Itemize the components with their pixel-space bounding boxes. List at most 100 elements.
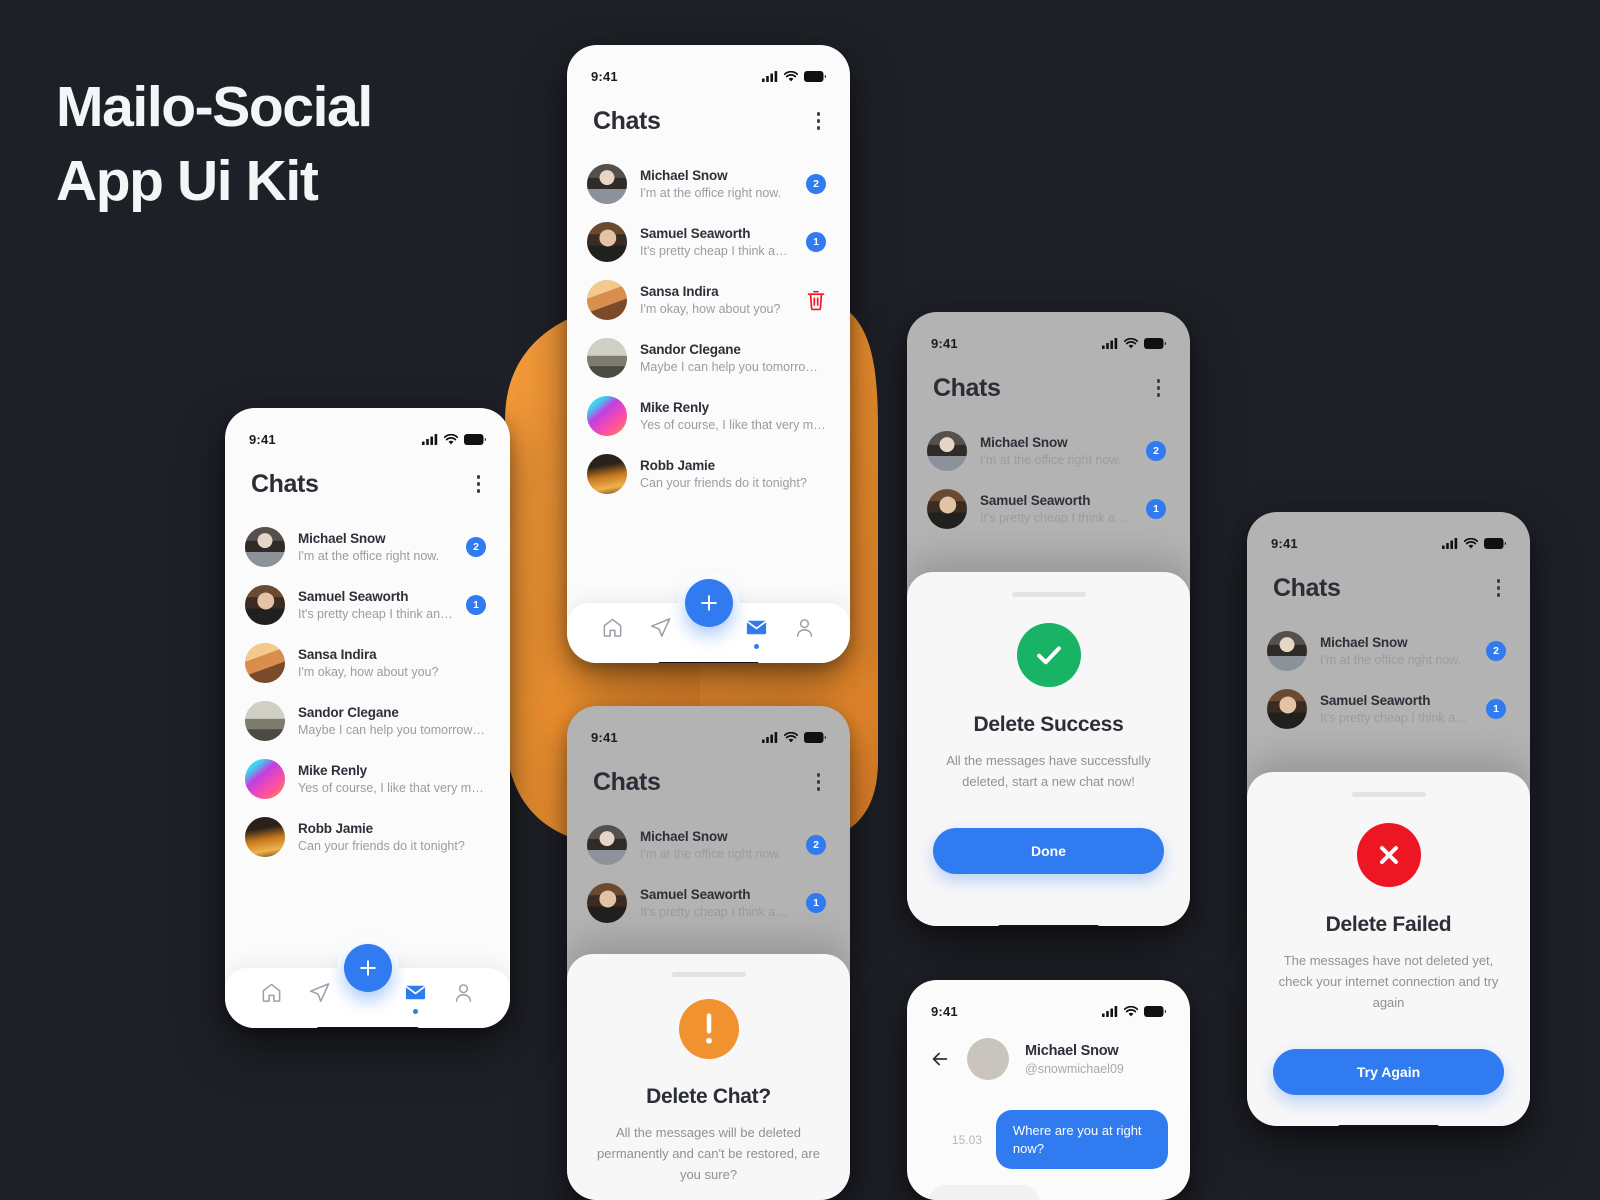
chat-preview: It's pretty cheap I think and so ...	[980, 511, 1133, 525]
chat-list-item[interactable]: Sansa Indira I'm okay, how about you?	[225, 634, 510, 692]
avatar[interactable]	[967, 1038, 1009, 1080]
avatar[interactable]	[587, 454, 627, 494]
kebab-menu-icon[interactable]	[1153, 373, 1165, 403]
status-bar-time: 9:41	[931, 335, 958, 351]
avatar[interactable]	[245, 817, 285, 857]
chat-preview: I'm at the office right now.	[640, 186, 782, 200]
battery-icon	[1484, 537, 1506, 549]
chat-list-item[interactable]: Samuel Seaworth It's pretty cheap I think…	[225, 576, 510, 634]
sheet-title: Delete Chat?	[646, 1085, 771, 1108]
chat-preview: I'm at the office right now.	[1320, 653, 1462, 667]
avatar[interactable]	[245, 527, 285, 567]
avatar[interactable]	[1267, 689, 1307, 729]
cellular-signal-icon	[762, 731, 778, 743]
chat-list-item[interactable]: Michael Snow I'm at the office right now.…	[567, 155, 850, 213]
wifi-icon	[784, 731, 798, 742]
tab-send[interactable]	[649, 616, 672, 649]
status-bar-icons	[762, 731, 826, 743]
chat-name: Robb Jamie	[298, 821, 374, 836]
done-button[interactable]: Done	[933, 828, 1164, 875]
avatar[interactable]	[927, 489, 967, 529]
new-chat-fab[interactable]	[684, 579, 733, 627]
avatar[interactable]	[587, 164, 627, 204]
tab-mail[interactable]	[745, 616, 768, 649]
chat-list-item[interactable]: Michael Snow I'm at the office right now.…	[567, 816, 850, 874]
mail-icon	[746, 620, 766, 634]
kebab-menu-icon[interactable]	[473, 469, 485, 499]
chat-name: Michael Snow	[640, 829, 728, 844]
chat-list-item[interactable]: Sansa Indira I'm okay, how about you?	[567, 271, 850, 329]
chat-name: Sandor Clegane	[640, 342, 741, 357]
chat-list-item[interactable]: Michael Snow I'm at the office right now.…	[1247, 622, 1530, 680]
avatar[interactable]	[587, 222, 627, 262]
kebab-menu-icon[interactable]	[813, 767, 825, 797]
avatar[interactable]	[587, 883, 627, 923]
kebab-menu-icon[interactable]	[1493, 573, 1505, 603]
chat-list-item[interactable]: Mike Renly Yes of course, I like that ver…	[225, 750, 510, 808]
chat-preview: Can your friends do it tonight?	[640, 476, 807, 490]
chat-list-item[interactable]: Sandor Clegane Maybe I can help you tomor…	[225, 692, 510, 750]
status-bar: 9:41	[907, 994, 1190, 1028]
avatar[interactable]	[245, 643, 285, 683]
chat-list-item[interactable]: Samuel Seaworth It's pretty cheap I think…	[907, 480, 1190, 538]
chat-list-item[interactable]: Mike Renly Yes of course, I like that ver…	[567, 387, 850, 445]
avatar[interactable]	[587, 338, 627, 378]
new-chat-fab[interactable]	[343, 944, 392, 992]
chat-list-item[interactable]: Robb Jamie Can your friends do it tonight…	[567, 445, 850, 503]
status-bar-icons	[762, 70, 826, 82]
avatar[interactable]	[927, 431, 967, 471]
chat-list-item[interactable]: Samuel Seaworth It's pretty cheap I think…	[567, 213, 850, 271]
battery-icon	[1144, 1005, 1166, 1017]
screen-title: Chats	[251, 469, 319, 498]
delete-confirm-sheet: Delete Chat? All the messages will be de…	[567, 954, 850, 1200]
avatar[interactable]	[245, 701, 285, 741]
trash-icon[interactable]	[806, 288, 826, 312]
message-row: 15.03 Where are you at right now?	[929, 1110, 1168, 1170]
home-indicator	[1337, 1124, 1440, 1126]
chat-list[interactable]: Michael Snow I'm at the office right now.…	[225, 512, 510, 866]
screen-title: Chats	[593, 106, 661, 135]
tab-profile[interactable]	[793, 616, 816, 649]
status-bar: 9:41	[567, 720, 850, 754]
screen-title: Chats	[933, 373, 1001, 402]
tab-home[interactable]	[260, 981, 283, 1014]
avatar[interactable]	[245, 585, 285, 625]
chat-list[interactable]: Michael Snow I'm at the office right now.…	[567, 149, 850, 503]
kebab-menu-icon[interactable]	[813, 106, 825, 136]
avatar[interactable]	[587, 825, 627, 865]
chat-preview: Yes of course, I like that very much!	[298, 781, 486, 795]
chat-list-item[interactable]: Sandor Clegane Maybe I can help you tomor…	[567, 329, 850, 387]
sheet-grabber[interactable]	[1351, 792, 1426, 797]
chat-list-item[interactable]: Michael Snow I'm at the office right now.…	[907, 422, 1190, 480]
chat-list-item[interactable]: Michael Snow I'm at the office right now.…	[225, 518, 510, 576]
chat-list-item[interactable]: Samuel Seaworth It's pretty cheap I think…	[1247, 680, 1530, 738]
chat-name: Samuel Seaworth	[1320, 693, 1431, 708]
tab-profile[interactable]	[452, 981, 475, 1014]
chat-list-item[interactable]: Robb Jamie Can your friends do it tonight…	[225, 808, 510, 866]
chat-preview: Maybe I can help you tomorrow or ...	[298, 723, 486, 737]
app-header: Chats	[225, 456, 510, 512]
chat-list-item[interactable]: Samuel Seaworth It's pretty cheap I think…	[567, 874, 850, 932]
status-bar-time: 9:41	[931, 1003, 958, 1019]
try-again-button[interactable]: Try Again	[1273, 1049, 1504, 1096]
sheet-grabber[interactable]	[671, 972, 746, 977]
avatar[interactable]	[245, 759, 285, 799]
tab-mail[interactable]	[404, 981, 427, 1014]
chat-preview: It's pretty cheap I think and so ...	[640, 905, 793, 919]
sheet-grabber[interactable]	[1011, 592, 1086, 597]
unread-badge: 2	[806, 835, 826, 855]
tab-home[interactable]	[601, 616, 624, 649]
arrow-left-icon[interactable]	[929, 1048, 951, 1070]
avatar[interactable]	[587, 280, 627, 320]
headline-line-2: App Ui Kit	[56, 149, 319, 214]
message-bubble-incoming	[929, 1185, 1039, 1200]
avatar[interactable]	[587, 396, 627, 436]
chat-preview: I'm at the office right now.	[980, 453, 1122, 467]
tab-send[interactable]	[308, 981, 331, 1014]
chat-list: Michael Snow I'm at the office right now.…	[1247, 616, 1530, 738]
battery-icon	[464, 433, 486, 445]
chat-preview: Maybe I can help you tomorrow or ...	[640, 360, 826, 374]
wifi-icon	[444, 433, 458, 444]
chat-name: Samuel Seaworth	[980, 493, 1091, 508]
avatar[interactable]	[1267, 631, 1307, 671]
